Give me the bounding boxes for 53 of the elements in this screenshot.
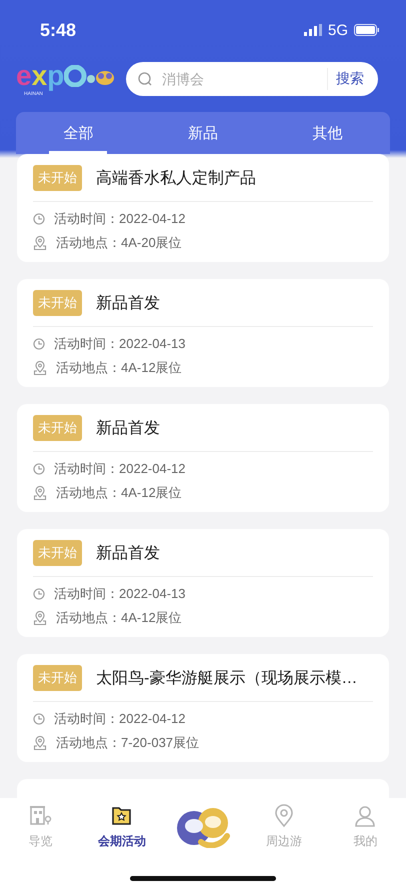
event-title: 高端香水私人定制产品 (96, 168, 256, 188)
location-icon (33, 736, 47, 750)
clock-icon (33, 338, 45, 350)
location-icon (33, 236, 47, 250)
signal-icon (304, 24, 322, 36)
event-time: 活动时间：2022-04-13 (54, 335, 186, 353)
event-card[interactable]: 未开始 太阳鸟-豪华游艇展示（现场展示模… 活动时间：2022-04-12 活动地点：7-20-037展位 (17, 654, 389, 762)
search-icon (138, 72, 152, 86)
event-time: 活动时间：2022-04-12 (54, 710, 186, 728)
logo-letter: e (16, 61, 31, 91)
clock-icon (33, 213, 45, 225)
nav-tab[interactable]: 会期活动 (94, 802, 150, 852)
status-badge: 未开始 (33, 665, 82, 691)
mascot-logo-icon[interactable] (177, 808, 230, 848)
status-badge: 未开始 (33, 290, 82, 316)
clock-icon (33, 463, 45, 475)
search-field[interactable]: 消博会 搜索 (126, 62, 378, 96)
logo-letter: p (47, 61, 64, 91)
battery-icon (354, 24, 380, 36)
status-badge: 未开始 (33, 165, 82, 191)
event-place: 活动地点：4A-12展位 (56, 609, 182, 627)
event-time: 活动时间：2022-04-12 (54, 460, 186, 478)
folder-star-icon (110, 804, 134, 828)
logo-drawing (64, 65, 116, 87)
person-icon (353, 804, 378, 828)
event-time: 活动时间：2022-04-13 (54, 585, 186, 603)
event-place: 活动地点：4A-12展位 (56, 484, 182, 502)
event-title: 新品首发 (96, 418, 160, 438)
search-button[interactable]: 搜索 (327, 68, 372, 90)
building-icon (28, 804, 53, 828)
tab[interactable]: 新品 (174, 112, 232, 154)
event-title: 新品首发 (96, 294, 160, 314)
location-icon (33, 611, 47, 625)
clock-icon (33, 588, 45, 600)
event-title: 新品首发 (96, 544, 160, 564)
event-card[interactable]: 未开始 新品首发 活动时间：2022-04-13 活动地点：4A-12展位 (17, 279, 389, 387)
status-badge: 未开始 (33, 540, 82, 566)
clock-icon (33, 713, 45, 725)
event-place: 活动地点：7-20-037展位 (56, 734, 200, 752)
location-icon (33, 361, 47, 375)
status-time: 5:48 (40, 20, 76, 40)
status-badge: 未开始 (33, 415, 82, 441)
logo-letter: x (32, 61, 46, 91)
location-icon (33, 486, 47, 500)
tab[interactable]: 其他 (298, 112, 357, 154)
event-card[interactable]: 未开始 新品首发 活动时间：2022-04-12 活动地点：4A-12展位 (17, 404, 389, 512)
event-place: 活动地点：4A-20展位 (56, 234, 182, 252)
event-card[interactable]: 未开始 高端香水私人定制产品 活动时间：2022-04-12 活动地点：4A-20展位 (17, 154, 389, 262)
event-card[interactable]: 未开始 新品首发 活动时间：2022-04-13 活动地点：4A-12展位 (17, 529, 389, 637)
event-title: 太阳鸟-豪华游艇展示（现场展示模… (96, 668, 358, 688)
network-label: 5G (328, 22, 348, 38)
event-place: 活动地点：4A-12展位 (56, 359, 182, 377)
event-time: 活动时间：2022-04-12 (54, 210, 186, 228)
